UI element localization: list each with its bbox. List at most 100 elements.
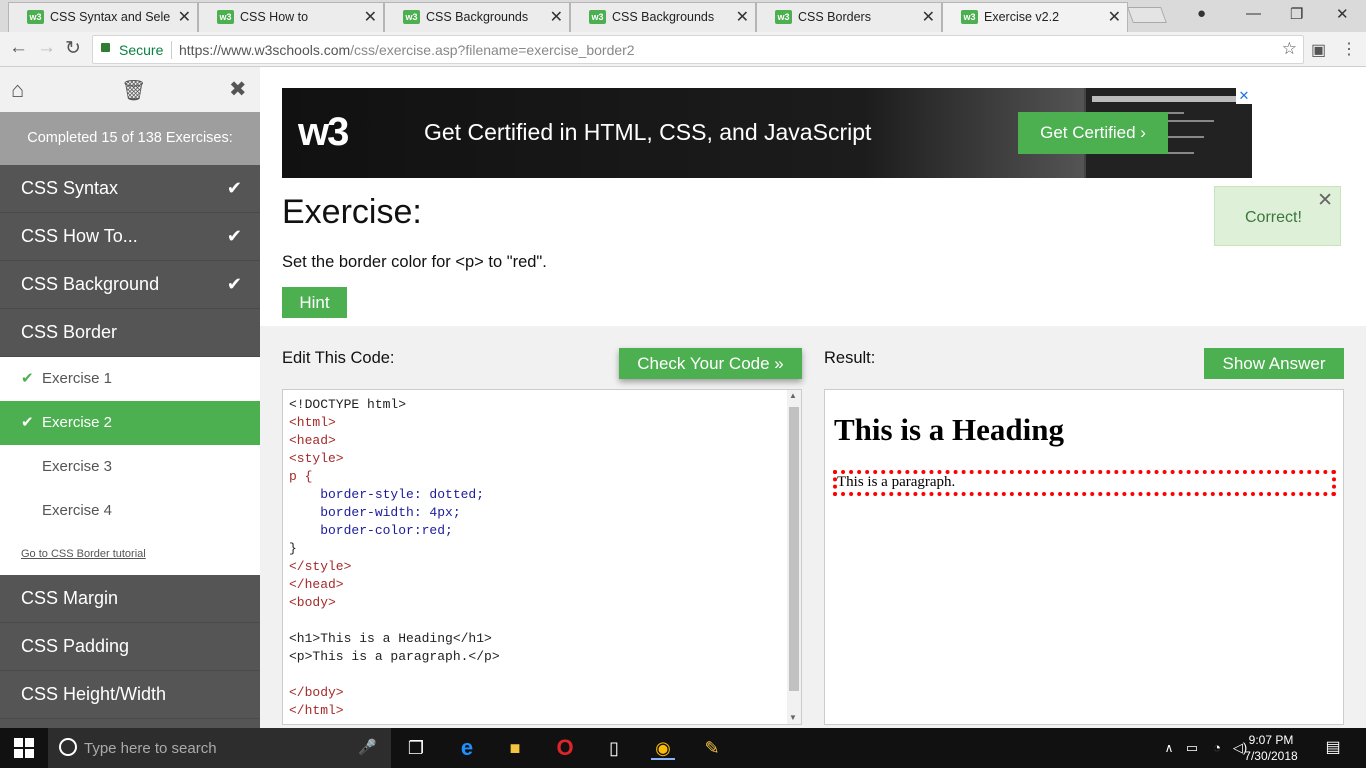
chrome-browser-icon[interactable]: ◉ — [651, 736, 675, 760]
code-line: </style> — [289, 559, 352, 574]
edit-code-label: Edit This Code: — [282, 349, 395, 367]
code-line: <style> — [289, 451, 344, 466]
forward-arrow-icon[interactable]: → — [37, 37, 56, 59]
main-content: w3 Get Certified in HTML, CSS, and JavaS… — [260, 67, 1366, 728]
close-icon[interactable]: ✖ — [229, 77, 247, 102]
scrollbar-thumb[interactable] — [789, 407, 799, 691]
show-answer-button[interactable]: Show Answer — [1204, 348, 1344, 379]
url-input[interactable]: Secure https://www.w3schools.com/css/exe… — [92, 35, 1304, 64]
task-view-icon[interactable]: ❐ — [404, 736, 428, 760]
close-tab-icon[interactable]: ✕ — [736, 7, 749, 27]
code-editor[interactable]: <!DOCTYPE html> <html> <head> <style> p … — [282, 389, 802, 725]
lock-icon — [101, 43, 110, 52]
tools-icon[interactable]: ✎ — [700, 736, 724, 760]
w3schools-favicon-icon: w3 — [775, 10, 792, 24]
profile-icon[interactable]: ● — [1197, 5, 1206, 22]
windows-start-icon[interactable] — [14, 738, 34, 758]
close-window-icon[interactable]: ✕ — [1336, 5, 1349, 23]
close-tab-icon[interactable]: ✕ — [550, 7, 563, 27]
close-tab-icon[interactable]: ✕ — [922, 7, 935, 27]
get-certified-button[interactable]: Get Certified › — [1018, 112, 1168, 154]
file-explorer-icon[interactable]: ■ — [503, 736, 527, 760]
sidebar-item-css-background[interactable]: CSS Background ✔ — [0, 261, 260, 309]
search-placeholder: Type here to search — [84, 740, 217, 757]
code-line: border-style: dotted; — [289, 487, 485, 502]
minimize-icon[interactable]: — — [1246, 5, 1261, 22]
result-heading: This is a Heading — [834, 412, 1064, 447]
close-tab-icon[interactable]: ✕ — [364, 7, 377, 27]
tab-css-backgrounds-1[interactable]: w3 CSS Backgrounds ✕ — [384, 2, 570, 32]
clock-time: 9:07 PM — [1248, 733, 1294, 747]
tab-exercise-active[interactable]: w3 Exercise v2.2 ✕ — [942, 2, 1128, 32]
tab-title: CSS Syntax and Selector — [50, 10, 170, 24]
edge-browser-icon[interactable]: e — [455, 736, 479, 760]
subitem-label: Exercise 3 — [42, 458, 113, 475]
code-line: </body> — [289, 685, 344, 700]
code-line: border-color:red; — [289, 523, 453, 538]
trash-icon[interactable]: 🗑 — [121, 78, 146, 103]
maximize-icon[interactable]: ❐ — [1290, 5, 1303, 23]
code-text[interactable]: <!DOCTYPE html> <html> <head> <style> p … — [289, 396, 500, 720]
tab-css-backgrounds-2[interactable]: w3 CSS Backgrounds ✕ — [570, 2, 756, 32]
microphone-icon[interactable]: 🎤 — [358, 738, 377, 756]
checkmark-icon: ✔ — [21, 370, 34, 387]
document-icon[interactable]: ▯ — [602, 736, 626, 760]
sidebar-subitem-exercise-3[interactable]: Exercise 3 — [0, 445, 260, 489]
code-line: <head> — [289, 433, 336, 448]
scroll-down-arrow-icon[interactable]: ▼ — [789, 713, 797, 722]
subitem-label: Exercise 4 — [42, 502, 113, 519]
sidebar-item-css-syntax[interactable]: CSS Syntax ✔ — [0, 165, 260, 213]
tab-css-syntax[interactable]: w3 CSS Syntax and Selector ✕ — [8, 2, 198, 32]
w3schools-favicon-icon: w3 — [589, 10, 606, 24]
show-hidden-icons-chevron-icon[interactable]: ∧ — [1157, 736, 1181, 760]
result-label: Result: — [824, 349, 876, 367]
extension-icon[interactable]: ▣ — [1311, 40, 1326, 60]
exercise-instruction: Set the border color for <p> to "red". — [282, 253, 547, 271]
back-arrow-icon[interactable]: ← — [9, 37, 28, 59]
ad-close-icon[interactable]: ✕ — [1236, 88, 1252, 104]
wifi-icon[interactable]: ◔ — [1205, 736, 1229, 760]
taskbar-search-box[interactable]: Type here to search 🎤 — [48, 728, 391, 768]
sidebar-item-css-padding[interactable]: CSS Padding — [0, 623, 260, 671]
tab-css-borders[interactable]: w3 CSS Borders ✕ — [756, 2, 942, 32]
sidebar-item-css-border[interactable]: CSS Border — [0, 309, 260, 357]
new-tab-button[interactable] — [1127, 7, 1167, 23]
menu-kebab-icon[interactable]: ⋮ — [1341, 39, 1357, 59]
browser-tab-bar: w3 CSS Syntax and Selector ✕ w3 CSS How … — [0, 0, 1366, 32]
advertisement-banner[interactable]: w3 Get Certified in HTML, CSS, and JavaS… — [282, 88, 1252, 178]
tab-title: CSS Borders — [798, 10, 871, 24]
sidebar-subitem-exercise-4[interactable]: Exercise 4 — [0, 489, 260, 533]
tab-css-how-to[interactable]: w3 CSS How to ✕ — [198, 2, 384, 32]
close-notification-icon[interactable]: ✕ — [1317, 189, 1333, 212]
action-center-icon[interactable]: ▤ — [1321, 736, 1345, 760]
w3schools-favicon-icon: w3 — [403, 10, 420, 24]
sidebar-item-css-how-to[interactable]: CSS How To... ✔ — [0, 213, 260, 261]
tab-title: CSS How to — [240, 10, 309, 24]
code-line: </head> — [289, 577, 344, 592]
scroll-up-arrow-icon[interactable]: ▲ — [789, 391, 797, 400]
system-clock[interactable]: 9:07 PM 7/30/2018 — [1236, 732, 1306, 764]
check-code-button[interactable]: Check Your Code » — [619, 348, 802, 379]
opera-browser-icon[interactable]: O — [553, 736, 577, 760]
reload-icon[interactable]: ↻ — [65, 37, 81, 60]
close-tab-icon[interactable]: ✕ — [1108, 7, 1121, 27]
hint-button[interactable]: Hint — [282, 287, 347, 318]
sidebar-item-label: CSS Padding — [21, 636, 130, 656]
w3schools-favicon-icon: w3 — [961, 10, 978, 24]
sidebar-subitem-exercise-1[interactable]: ✔ Exercise 1 — [0, 357, 260, 401]
editor-scrollbar[interactable]: ▲ ▼ — [787, 390, 801, 724]
tutorial-link[interactable]: Go to CSS Border tutorial — [0, 533, 260, 575]
home-icon[interactable]: ⌂ — [11, 77, 24, 103]
battery-icon[interactable]: ▭ — [1180, 736, 1204, 760]
close-tab-icon[interactable]: ✕ — [178, 7, 191, 27]
result-paragraph: This is a paragraph. — [833, 470, 1336, 496]
bookmark-star-icon[interactable]: ☆ — [1282, 39, 1297, 59]
sidebar-subitem-exercise-2[interactable]: ✔ Exercise 2 — [0, 401, 260, 445]
w3schools-favicon-icon: w3 — [27, 10, 44, 24]
sidebar-item-label: CSS Margin — [21, 588, 119, 608]
sidebar-item-css-height-width[interactable]: CSS Height/Width — [0, 671, 260, 719]
omnibox-divider — [171, 41, 172, 59]
sidebar-item-css-margin[interactable]: CSS Margin — [0, 575, 260, 623]
ad-headline: Get Certified in HTML, CSS, and JavaScri… — [424, 119, 872, 145]
tab-title: CSS Backgrounds — [612, 10, 715, 24]
